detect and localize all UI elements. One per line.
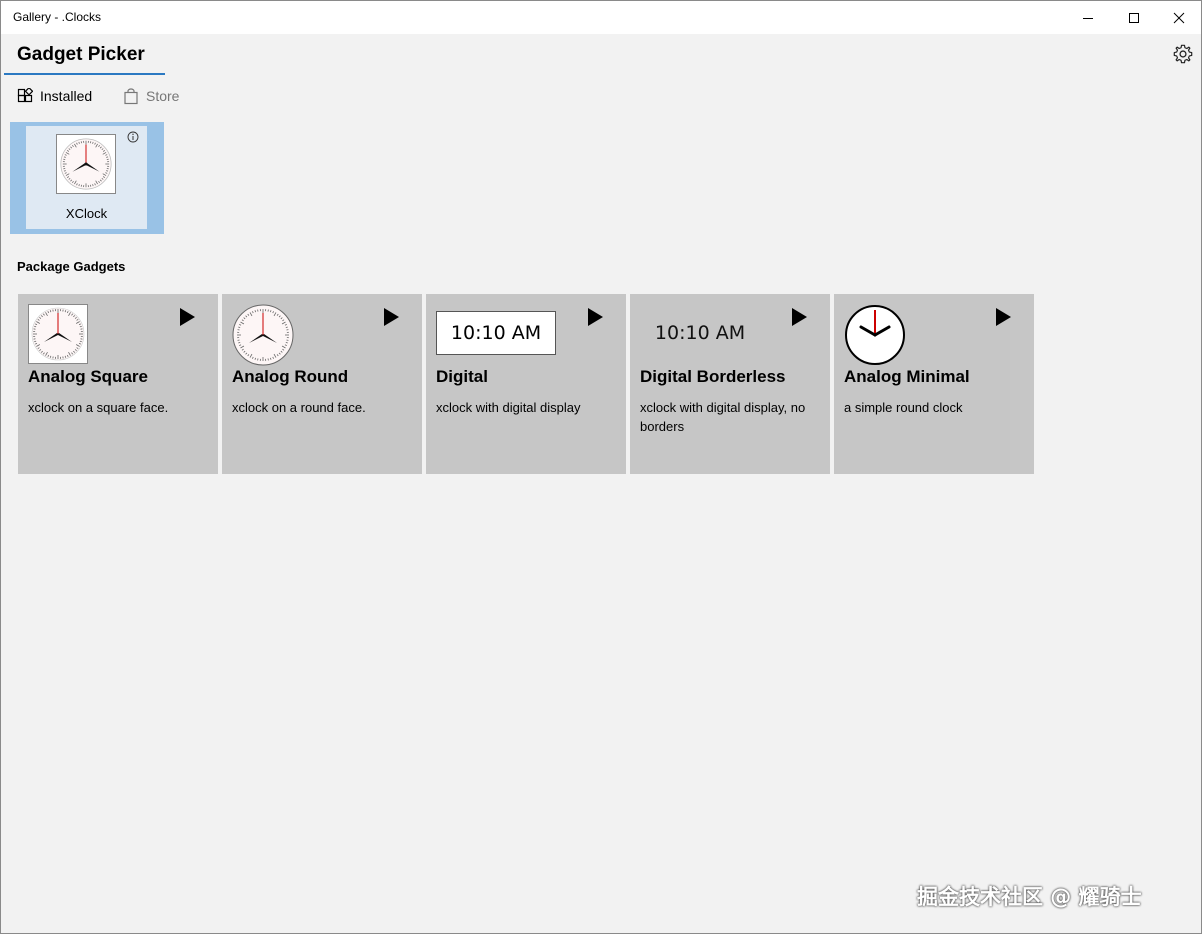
gadget-name: Analog Round <box>232 367 349 386</box>
digital-borderless-preview: 10:10 AM <box>654 322 746 344</box>
gadget-name: Analog Minimal <box>844 367 970 386</box>
digital-clock-preview: 10:10 AM <box>436 311 556 355</box>
window-title: Gallery - .Clocks <box>13 10 102 24</box>
page-title: Gadget Picker <box>17 44 145 65</box>
gadget-name: Analog Square <box>28 367 148 386</box>
tab-store-label: Store <box>146 88 180 104</box>
analog-square-clock-icon <box>28 304 88 369</box>
gadget-tile-analog-square[interactable]: Analog Square xclock on a square face. <box>18 294 218 474</box>
gear-icon <box>1173 44 1193 64</box>
shopping-bag-icon <box>124 87 138 104</box>
info-icon <box>127 131 139 143</box>
analog-clock-icon <box>56 134 116 194</box>
installed-gadget-name: XClock <box>65 206 108 221</box>
gadget-description: xclock with digital display <box>436 400 581 415</box>
close-button[interactable] <box>1156 1 1201 34</box>
title-underline <box>4 73 165 75</box>
gadget-name: Digital Borderless <box>640 367 786 386</box>
close-icon <box>1173 12 1185 23</box>
settings-button[interactable] <box>1172 43 1194 65</box>
gadget-tile-digital[interactable]: 10:10 AM Digital xclock with digital dis… <box>426 294 626 474</box>
gadget-description: a simple round clock <box>844 400 963 415</box>
tab-store[interactable]: Store <box>123 86 179 106</box>
gadget-description: xclock with digital display, no borders <box>640 400 806 434</box>
minimize-icon <box>1083 17 1093 19</box>
gadget-tile-analog-minimal[interactable]: Analog Minimal a simple round clock <box>834 294 1034 474</box>
title-bar[interactable]: Gallery - .Clocks <box>1 1 1201 34</box>
installed-gadget-inner: XClock <box>26 126 147 229</box>
play-icon[interactable] <box>179 307 197 327</box>
play-icon[interactable] <box>995 307 1013 327</box>
tab-installed[interactable]: Installed <box>17 86 92 106</box>
watermark: 掘金技术社区 @ 耀骑士 <box>917 885 1142 909</box>
play-icon[interactable] <box>791 307 809 327</box>
play-icon[interactable] <box>383 307 401 327</box>
tab-installed-label: Installed <box>40 88 93 104</box>
minimize-button[interactable] <box>1065 1 1111 34</box>
gadget-description: xclock on a square face. <box>28 400 169 415</box>
maximize-button[interactable] <box>1111 1 1157 34</box>
info-button[interactable] <box>127 130 139 148</box>
gadgets-grid-icon <box>17 88 33 103</box>
analog-minimal-clock-icon <box>844 304 906 371</box>
gadget-tile-analog-round[interactable]: Analog Round xclock on a round face. <box>222 294 422 474</box>
app-window: Gallery - .Clocks Gadget Picker Installe… <box>0 0 1202 934</box>
installed-gadget-xclock[interactable]: XClock <box>10 122 164 234</box>
gadget-description: xclock on a round face. <box>232 400 366 415</box>
gadget-tile-digital-borderless[interactable]: 10:10 AM Digital Borderless xclock with … <box>630 294 830 474</box>
play-icon[interactable] <box>587 307 605 327</box>
analog-round-clock-icon <box>232 304 294 371</box>
section-label-package-gadgets: Package Gadgets <box>17 259 126 274</box>
gadget-name: Digital <box>436 367 488 386</box>
maximize-icon <box>1129 12 1139 23</box>
